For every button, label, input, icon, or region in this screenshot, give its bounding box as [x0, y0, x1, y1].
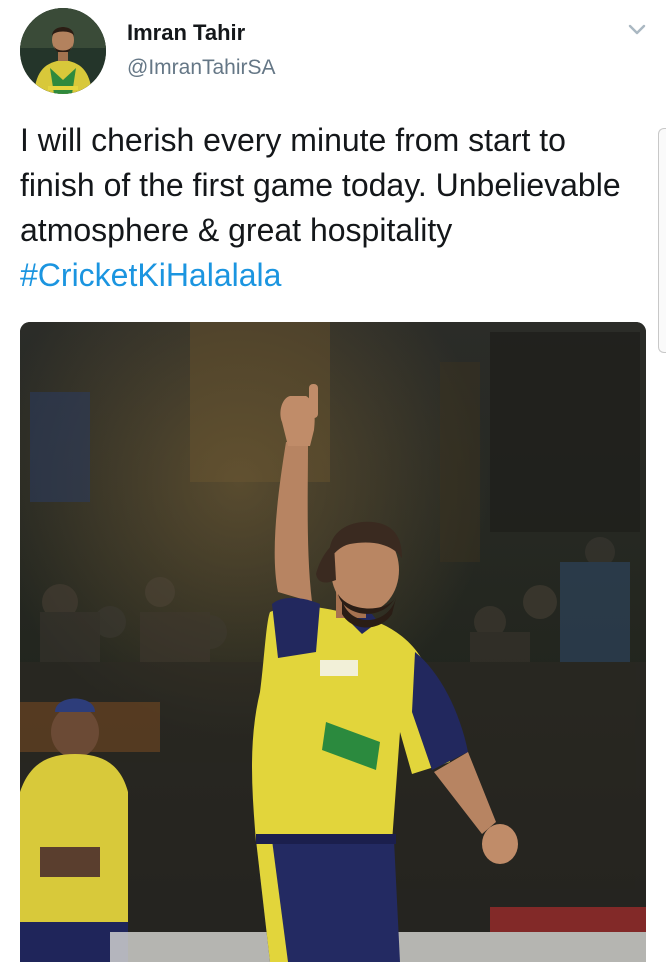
tweet-card[interactable]: Imran Tahir @ImranTahirSA I will cherish…	[0, 0, 666, 962]
author-avatar[interactable]	[20, 8, 106, 94]
tweet-text-body: I will cherish every minute from start t…	[20, 122, 621, 248]
photo-icon	[20, 322, 646, 962]
tweet-text: I will cherish every minute from start t…	[20, 118, 640, 298]
profile-photo-icon	[20, 8, 106, 94]
author-display-name[interactable]: Imran Tahir	[127, 20, 245, 46]
chevron-down-icon[interactable]	[626, 22, 648, 38]
author-handle[interactable]: @ImranTahirSA	[127, 56, 276, 80]
hashtag-link[interactable]: #CricketKiHalalala	[20, 257, 281, 293]
side-scroll-tab	[658, 128, 666, 353]
tweet-media[interactable]	[20, 322, 646, 962]
